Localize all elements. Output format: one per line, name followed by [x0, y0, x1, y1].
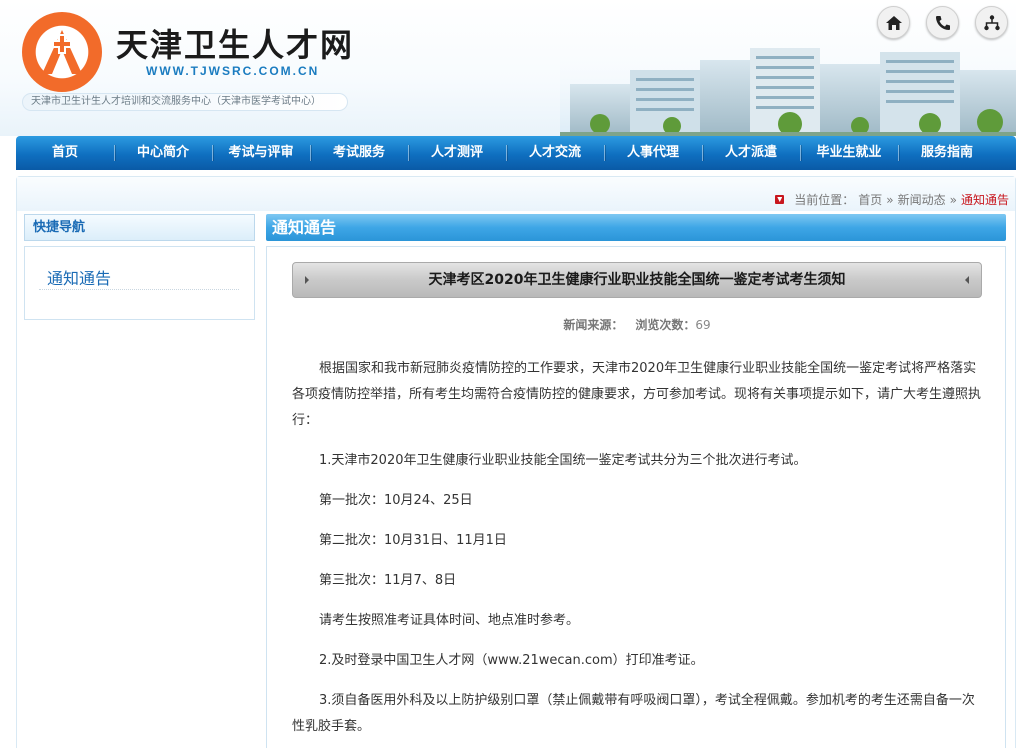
- breadcrumb-separator: »: [886, 192, 894, 207]
- breadcrumb: 当前位置： 首页 » 新闻动态 » 通知通告: [775, 191, 1009, 208]
- nav-item-graduate-employment[interactable]: 毕业生就业: [800, 136, 898, 170]
- breadcrumb-separator: »: [949, 192, 957, 207]
- view-count-label: 浏览次数：: [635, 318, 696, 332]
- site-logo[interactable]: [22, 12, 102, 92]
- arrow-left-icon: [965, 276, 969, 284]
- nav-item-personnel-agency[interactable]: 人事代理: [604, 136, 702, 170]
- hospital-building-illustration: [560, 40, 1016, 136]
- logo-mark-icon: [42, 30, 82, 74]
- article-paragraph: 请考生按照准考证具体时间、地点准时参考。: [319, 613, 580, 628]
- article-paragraph: 根据国家和我市新冠肺炎疫情防控的工作要求，天津市2020年卫生健康行业职业技能全…: [292, 361, 982, 428]
- nav-item-exams-reviews[interactable]: 考试与评审: [212, 136, 310, 170]
- article-body: 根据国家和我市新冠肺炎疫情防控的工作要求，天津市2020年卫生健康行业职业技能全…: [292, 356, 982, 748]
- top-shortcut-bar: [877, 6, 1008, 39]
- site-title: 天津卫生人才网: [116, 26, 355, 64]
- article-meta: 新闻来源： 浏览次数：69: [292, 316, 982, 333]
- site-header: 天津卫生人才网 WWW.TJWSRC.COM.CN 天津市卫生计生人才培训和交流…: [0, 0, 1016, 136]
- site-subtitle: 天津市卫生计生人才培训和交流服务中心（天津市医学考试中心）: [22, 93, 348, 111]
- article-paragraph: 第一批次：10月24、25日: [319, 493, 473, 508]
- view-count: 69: [695, 318, 711, 332]
- article-paragraph: 3.须自备医用外科及以上防护级别口罩（禁止佩戴带有呼吸阀口罩），考试全程佩戴。参…: [292, 693, 975, 734]
- nav-item-home[interactable]: 首页: [16, 136, 114, 170]
- nav-item-talent-exchange[interactable]: 人才交流: [506, 136, 604, 170]
- breadcrumb-label: 当前位置：: [794, 193, 855, 207]
- phone-icon: [935, 15, 950, 30]
- breadcrumb-current-link[interactable]: 通知通告: [961, 191, 1009, 208]
- contact-button[interactable]: [926, 6, 959, 39]
- home-button[interactable]: [877, 6, 910, 39]
- nav-item-exam-services[interactable]: 考试服务: [310, 136, 408, 170]
- main-nav: 首页 中心简介 考试与评审 考试服务 人才测评 人才交流 人事代理 人才派遣 毕…: [16, 136, 1016, 170]
- location-icon: [775, 195, 785, 204]
- home-icon: [885, 15, 902, 30]
- sidebar-item-notices[interactable]: 通知通告: [47, 265, 111, 289]
- nav-item-about[interactable]: 中心简介: [114, 136, 212, 170]
- sitemap-icon: [983, 14, 1000, 30]
- nav-item-talent-assessment[interactable]: 人才测评: [408, 136, 506, 170]
- site-url: WWW.TJWSRC.COM.CN: [146, 64, 320, 78]
- nav-item-service-guide[interactable]: 服务指南: [898, 136, 996, 170]
- breadcrumb-home-link[interactable]: 首页: [858, 191, 882, 208]
- article-paragraph: 2.及时登录中国卫生人才网（www.21wecan.com）打印准考证。: [319, 653, 704, 668]
- sidebar-divider: [39, 289, 239, 290]
- article-paragraph: 第三批次：11月7、8日: [319, 573, 457, 588]
- article-paragraph: 1.天津市2020年卫生健康行业职业技能全国统一鉴定考试共分为三个批次进行考试。: [319, 453, 807, 468]
- article-title-bar: 天津考区2020年卫生健康行业职业技能全国统一鉴定考试考生须知: [292, 262, 982, 298]
- breadcrumb-news-link[interactable]: 新闻动态: [898, 191, 946, 208]
- sidebar-heading: 快捷导航: [24, 214, 255, 241]
- article-title: 天津考区2020年卫生健康行业职业技能全国统一鉴定考试考生须知: [428, 272, 846, 288]
- section-heading: 通知通告: [266, 214, 1006, 241]
- news-source-label: 新闻来源：: [563, 318, 624, 332]
- nav-item-talent-dispatch[interactable]: 人才派遣: [702, 136, 800, 170]
- sitemap-button[interactable]: [975, 6, 1008, 39]
- sidebar-panel: 通知通告: [24, 246, 255, 320]
- location-bar: 当前位置： 首页 » 新闻动态 » 通知通告: [17, 177, 1015, 211]
- article-paragraph: 第二批次：10月31日、11月1日: [319, 533, 507, 548]
- arrow-right-icon: [305, 276, 309, 284]
